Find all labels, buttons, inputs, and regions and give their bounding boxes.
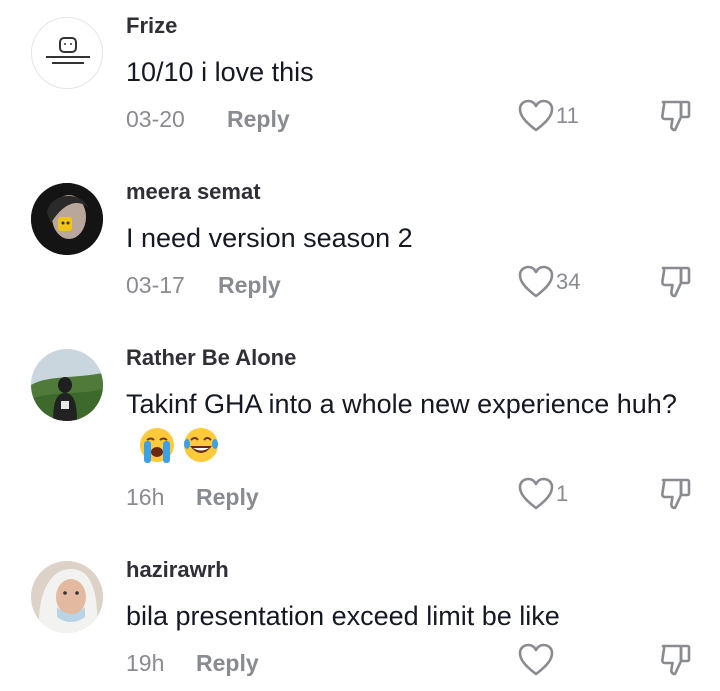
- thumbs-down-icon: [661, 266, 691, 298]
- like-button[interactable]: 1: [518, 477, 568, 511]
- heart-outline-icon: [518, 643, 554, 676]
- reply-button[interactable]: Reply: [196, 650, 259, 677]
- reply-button[interactable]: Reply: [218, 272, 281, 299]
- reply-button[interactable]: Reply: [196, 484, 259, 511]
- like-count: 11: [556, 103, 579, 128]
- like-button[interactable]: 34: [518, 265, 580, 299]
- comment-username[interactable]: Rather Be Alone: [126, 345, 296, 371]
- like-count: 1: [556, 481, 569, 506]
- like-button[interactable]: 11: [518, 99, 579, 133]
- comment-date: 16h: [126, 484, 165, 510]
- like-count: 34: [556, 269, 581, 294]
- landscape-avatar-icon: [31, 349, 103, 421]
- face-with-tears-of-joy-icon: [182, 426, 220, 477]
- avatar[interactable]: [31, 183, 103, 255]
- comment-text: Takinf GHA into a whole new experience h…: [126, 382, 706, 477]
- heart-outline-icon: [518, 99, 554, 132]
- comment-text: I need version season 2: [126, 223, 413, 253]
- comment-text-content: Takinf GHA into a whole new experience h…: [126, 389, 677, 419]
- avatar[interactable]: [31, 349, 103, 421]
- loudly-crying-face-icon: [138, 426, 176, 477]
- comment-username[interactable]: Frize: [126, 13, 177, 39]
- comment-date: 03-20: [126, 106, 185, 132]
- heart-outline-icon: [518, 477, 554, 510]
- thumbs-down-icon: [661, 644, 691, 676]
- comment-username[interactable]: hazirawrh: [126, 557, 229, 583]
- dislike-button[interactable]: [659, 643, 693, 682]
- comment-text: bila presentation exceed limit be like: [126, 601, 560, 631]
- like-button[interactable]: [518, 643, 556, 677]
- dislike-button[interactable]: [659, 99, 693, 138]
- dislike-button[interactable]: [659, 477, 693, 516]
- girl-avatar-icon: [31, 183, 103, 255]
- thumbs-down-icon: [661, 478, 691, 510]
- comment-date: 03-17: [126, 272, 185, 298]
- comment-username[interactable]: meera semat: [126, 179, 261, 205]
- toast-avatar-icon: [46, 37, 90, 64]
- masked-girl-avatar-icon: [31, 561, 103, 633]
- comment-date: 19h: [126, 650, 165, 676]
- thumbs-down-icon: [661, 100, 691, 132]
- reply-button[interactable]: Reply: [227, 106, 290, 133]
- dislike-button[interactable]: [659, 265, 693, 304]
- avatar[interactable]: [31, 561, 103, 633]
- comment-text: 10/10 i love this: [126, 57, 314, 87]
- avatar[interactable]: [31, 17, 103, 89]
- heart-outline-icon: [518, 265, 554, 298]
